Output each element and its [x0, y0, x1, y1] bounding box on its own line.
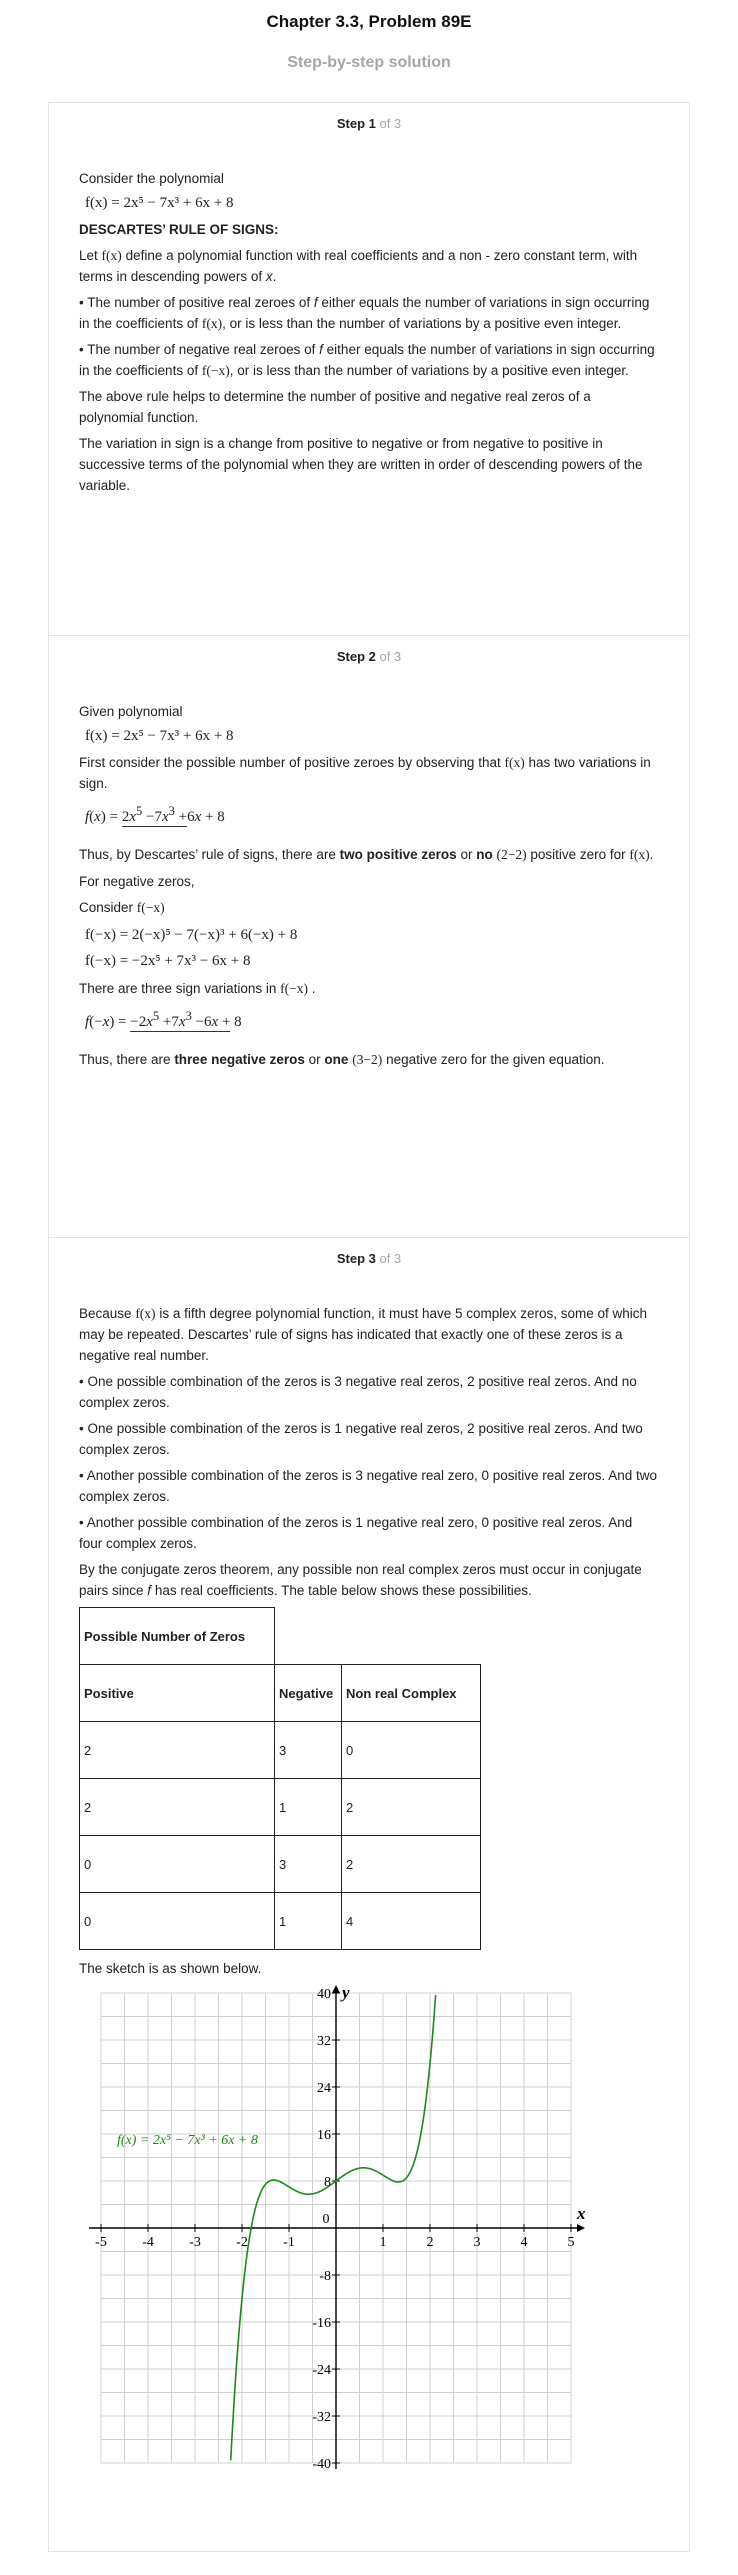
conjugate-paragraph: By the conjugate zeros theorem, any poss… [79, 1562, 642, 1598]
sign-variations-negative: f(−x) = −2x5 +7x3 −6x + 8 [85, 1009, 242, 1032]
solution-panel: Step 1 of 3 Consider the polynomial f(x)… [48, 102, 690, 2552]
table-row: 032 [79, 1835, 481, 1893]
rule-bullet-negative: • The number of negative real zeroes of … [79, 342, 655, 378]
x-axis-label: x [576, 2204, 586, 2223]
given-label: Given polynomial [79, 704, 183, 719]
negative-simplified: f(−x) = −2x⁵ + 7x³ − 6x + 8 [85, 953, 251, 969]
rule-bullet-positive: • The number of positive real zeroes of … [79, 295, 650, 331]
combination-4: • Another possible combination of the ze… [79, 1515, 633, 1551]
table-row: 212 [79, 1778, 481, 1836]
step-label: Step 3 [336, 1251, 376, 1266]
combination-3: • Another possible combination of the ze… [79, 1468, 658, 1504]
page-title: Chapter 3.3, Problem 89E [266, 12, 472, 31]
x-tick-label: 5 [568, 2235, 575, 2250]
combination-2: • One possible combination of the zeros … [79, 1421, 643, 1457]
table-title: Possible Number of Zeros [79, 1607, 275, 1665]
combination-1: • One possible combination of the zeros … [79, 1374, 637, 1410]
step-3: Step 3 of 3 Because f(x) is a fifth degr… [49, 1238, 689, 2474]
y-axis-label: y [340, 1985, 350, 2002]
x-axis-arrow [577, 2224, 585, 2232]
x-tick-label: 0 [323, 2212, 330, 2227]
y-tick-label: 32 [317, 2034, 331, 2049]
negative-conclusion: Thus, there are three negative zeros or … [79, 1052, 605, 1067]
y-tick-label: 24 [317, 2081, 331, 2096]
y-tick-label: -8 [319, 2269, 331, 2284]
y-tick-label: -16 [312, 2316, 331, 2331]
x-tick-label: -2 [236, 2235, 248, 2250]
y-tick-label: -32 [312, 2410, 331, 2425]
header-positive: Positive [79, 1664, 275, 1722]
x-tick-label: -1 [283, 2235, 295, 2250]
x-tick-label: 2 [427, 2235, 434, 2250]
consider-line: Consider f(−x) [79, 900, 165, 915]
rule-help-paragraph: The above rule helps to determine the nu… [79, 389, 591, 425]
step-label: Step 1 [336, 116, 376, 131]
table-header-row: Positive Negative Non real Complex [79, 1664, 481, 1722]
zeros-table-body: Positive Negative Non real Complex 230 2… [79, 1664, 481, 1950]
page-subtitle: Step-by-step solution [287, 54, 451, 71]
y-tick-label: -24 [312, 2363, 331, 2378]
zeros-table: Possible Number of Zeros [79, 1607, 275, 1665]
table-row: 014 [79, 1892, 481, 1950]
y-tick-label: 16 [317, 2128, 331, 2143]
step-count: of 3 [375, 1251, 402, 1266]
sign-variations-positive: f(x) = 2x5 −7x3 +6x + 8 [85, 804, 225, 827]
y-axis-arrow [332, 1985, 340, 1993]
x-tick-label: 1 [380, 2235, 387, 2250]
negative-substitution: f(−x) = 2(−x)⁵ − 7(−x)³ + 6(−x) + 8 [85, 927, 298, 943]
x-tick-label: -4 [142, 2235, 154, 2250]
step1-intro: Consider the polynomial [79, 171, 224, 186]
variation-paragraph: The variation in sign is a change from p… [79, 436, 643, 493]
negative-intro: For negative zeros, [79, 874, 195, 889]
step-2-header: Step 2 of 3 [49, 636, 689, 669]
table-row: 230 [79, 1721, 481, 1779]
y-tick-label: 40 [317, 1987, 331, 2002]
x-tick-label: -5 [95, 2235, 107, 2250]
sketch-caption: The sketch is as shown below. [79, 1961, 262, 1976]
because-paragraph: Because f(x) is a fifth degree polynomia… [79, 1306, 648, 1363]
x-tick-label: -3 [189, 2235, 201, 2250]
three-variations: There are three sign variations in f(−x)… [79, 981, 316, 996]
step-2: Step 2 of 3 Given polynomial f(x) = 2x⁵ … [49, 636, 689, 1238]
axes: xy [89, 1983, 586, 2469]
x-tick-label: 3 [474, 2235, 481, 2250]
positive-conclusion: Thus, by Descartes’ rule of signs, there… [79, 847, 654, 862]
curve-annotation: f(x) = 2x⁵ − 7x³ + 6x + 8 [117, 2133, 258, 2148]
step-1-header: Step 1 of 3 [49, 103, 689, 136]
step-count: of 3 [375, 116, 402, 131]
rule-title: DESCARTES’ RULE OF SIGNS: [79, 222, 279, 237]
step-3-header: Step 3 of 3 [49, 1238, 689, 1271]
header-complex: Non real Complex [341, 1664, 481, 1722]
let-paragraph: Let f(x) define a polynomial function wi… [79, 248, 638, 284]
graph: xy -5 -4 -3 -2 -1 0 1 2 3 4 5 40 32 24 16 8 -8 -16 -24 -32-… [79, 1983, 659, 2474]
header-negative: Negative [274, 1664, 342, 1722]
function-graph-svg: xy -5 -4 -3 -2 -101 2 3 4 5403224168-8-16-24-32-… [89, 1983, 586, 2472]
positive-intro: First consider the possible number of po… [79, 755, 651, 791]
polynomial-equation: f(x) = 2x⁵ − 7x³ + 6x + 8 [85, 195, 234, 211]
tick-labels: -5 -4 -3 -2 -101 2 3 4 5403224168-8-16-24-32-40 [95, 1987, 575, 2472]
step-count: of 3 [375, 649, 402, 664]
x-tick-label: 4 [521, 2235, 528, 2250]
step-label: Step 2 [336, 649, 376, 664]
step-1: Step 1 of 3 Consider the polynomial f(x)… [49, 103, 689, 636]
y-tick-label: -40 [312, 2457, 331, 2471]
polynomial-equation: f(x) = 2x⁵ − 7x³ + 6x + 8 [85, 728, 234, 744]
solution-page: Chapter 3.3, Problem 89E Step-by-step so… [0, 0, 738, 2575]
